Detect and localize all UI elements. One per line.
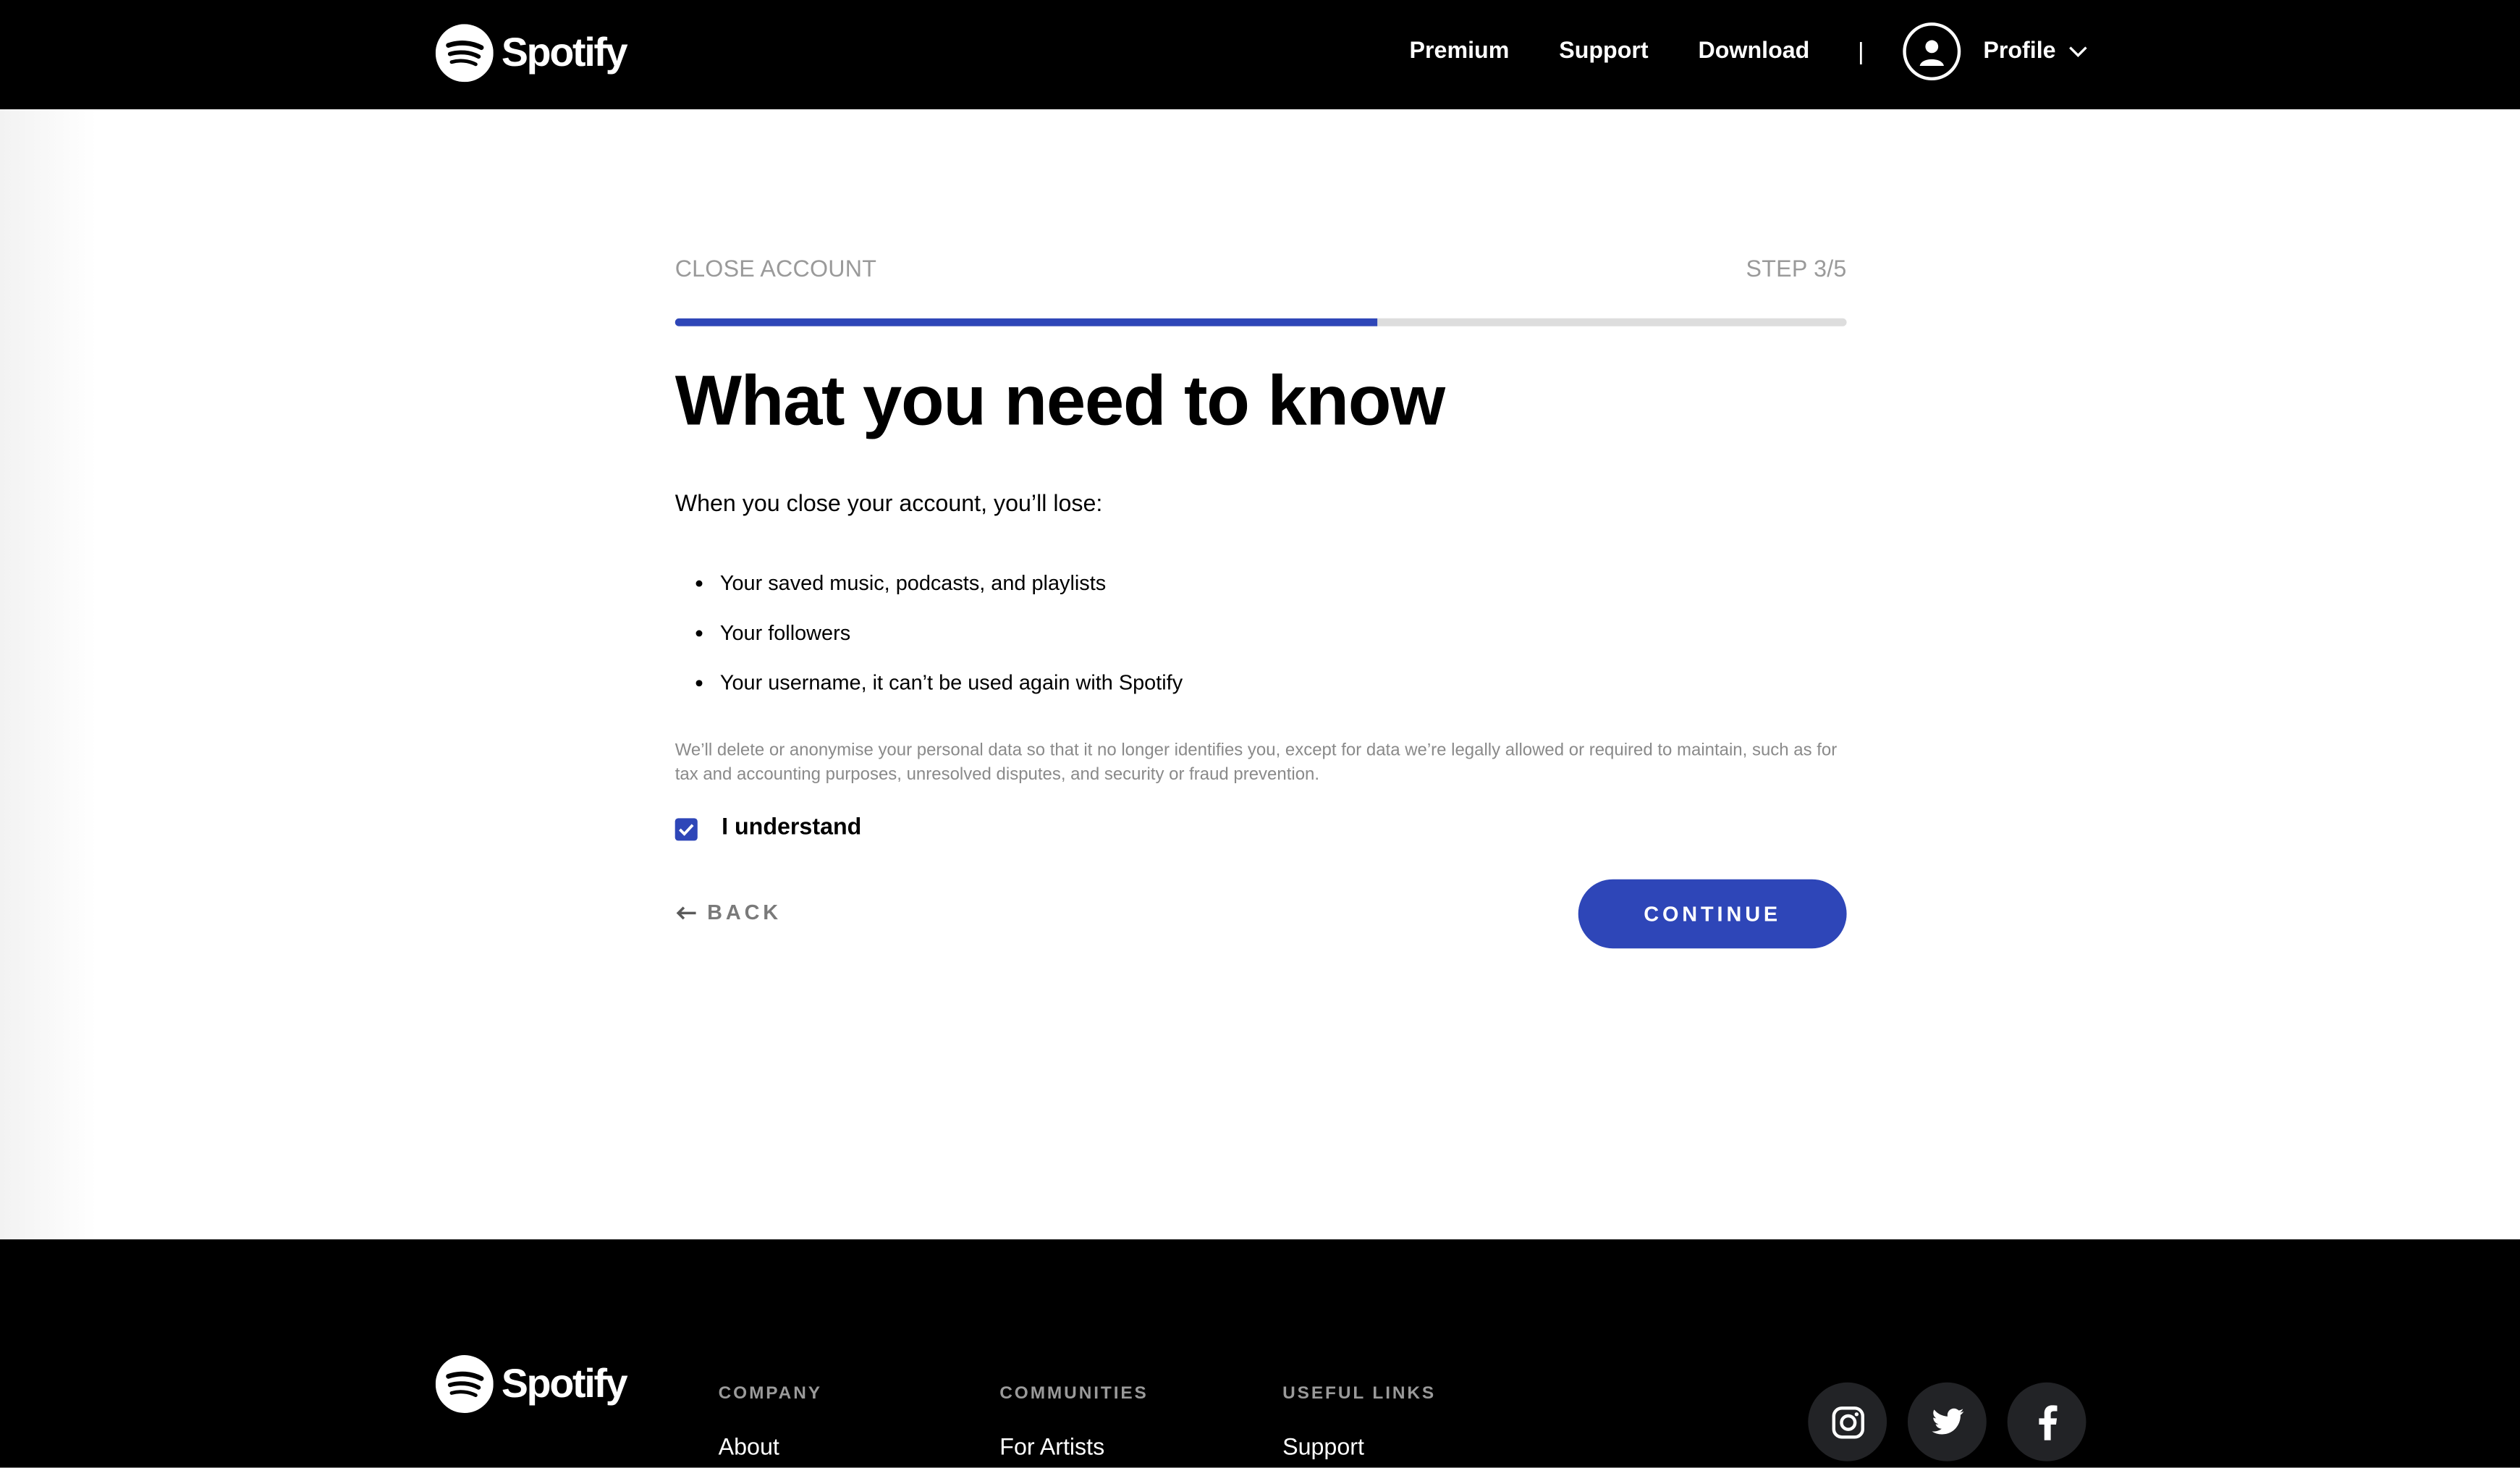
understand-checkbox-row[interactable]: I understand <box>675 814 862 841</box>
legal-notice: We’ll delete or anonymise your personal … <box>675 741 1838 784</box>
footer-column-communities: COMMUNITIES For Artists <box>999 1384 1148 1461</box>
twitter-button[interactable] <box>1907 1382 1987 1461</box>
footer-column-heading: COMMUNITIES <box>999 1384 1149 1404</box>
nav-download-link[interactable]: Download <box>1698 38 1809 64</box>
step-header: CLOSE ACCOUNT STEP 3/5 <box>675 257 1847 283</box>
instagram-icon <box>1831 1406 1864 1438</box>
instagram-button[interactable] <box>1808 1382 1887 1461</box>
step-indicator: STEP 3/5 <box>1746 257 1847 283</box>
footer-link-about[interactable]: About <box>719 1435 822 1461</box>
spotify-logo[interactable]: Spotify <box>435 24 628 83</box>
main-nav: Premium Support Download | <box>1410 35 1911 67</box>
footer: Spotify COMPANY About COMMUNITIES For Ar… <box>0 1239 2520 1468</box>
list-item: Your saved music, podcasts, and playlist… <box>695 569 1183 619</box>
step-progress-bar <box>675 318 1847 326</box>
nav-separator: | <box>1857 38 1864 65</box>
user-icon <box>1903 22 1961 81</box>
nav-support-link[interactable]: Support <box>1559 38 1648 64</box>
checkmark-icon <box>679 824 694 836</box>
brand-wordmark: Spotify <box>501 1360 628 1406</box>
arrow-left-icon <box>676 906 696 919</box>
section-label: CLOSE ACCOUNT <box>675 257 877 283</box>
chevron-down-icon <box>2069 46 2087 57</box>
step-progress-fill <box>675 318 1379 326</box>
footer-column-useful-links: USEFUL LINKS Support <box>1282 1384 1436 1461</box>
intro-text: When you close your account, you’ll lose… <box>675 492 1103 518</box>
understand-label: I understand <box>722 814 862 840</box>
nav-premium-link[interactable]: Premium <box>1410 38 1510 64</box>
twitter-icon <box>1931 1407 1963 1434</box>
brand-wordmark: Spotify <box>501 30 628 75</box>
continue-button[interactable]: CONTINUE <box>1578 879 1847 949</box>
understand-checkbox[interactable] <box>675 818 698 841</box>
footer-column-company: COMPANY About <box>719 1384 822 1461</box>
page-title: What you need to know <box>675 361 1445 441</box>
spotify-logo-icon <box>435 24 494 83</box>
top-nav-bar: Spotify Premium Support Download | Profi… <box>0 0 2520 110</box>
profile-label: Profile <box>1983 38 2056 64</box>
footer-link-for-artists[interactable]: For Artists <box>999 1435 1148 1461</box>
list-item: Your username, it can’t be used again wi… <box>695 669 1183 719</box>
footer-link-support[interactable]: Support <box>1282 1435 1436 1461</box>
list-item: Your followers <box>695 619 1183 669</box>
facebook-button[interactable] <box>2007 1382 2086 1461</box>
profile-menu-button[interactable]: Profile <box>1903 22 2088 81</box>
back-button[interactable]: BACK <box>675 900 782 924</box>
loss-list: Your saved music, podcasts, and playlist… <box>695 569 1183 719</box>
page: Spotify Premium Support Download | Profi… <box>0 0 2520 1468</box>
spotify-logo-icon <box>435 1355 494 1413</box>
back-label: BACK <box>707 900 782 924</box>
facebook-icon <box>2038 1404 2057 1440</box>
page-edge-shade <box>0 109 97 1240</box>
footer-spotify-logo[interactable]: Spotify <box>435 1355 628 1413</box>
footer-column-heading: COMPANY <box>718 1384 822 1404</box>
footer-column-heading: USEFUL LINKS <box>1282 1384 1437 1404</box>
